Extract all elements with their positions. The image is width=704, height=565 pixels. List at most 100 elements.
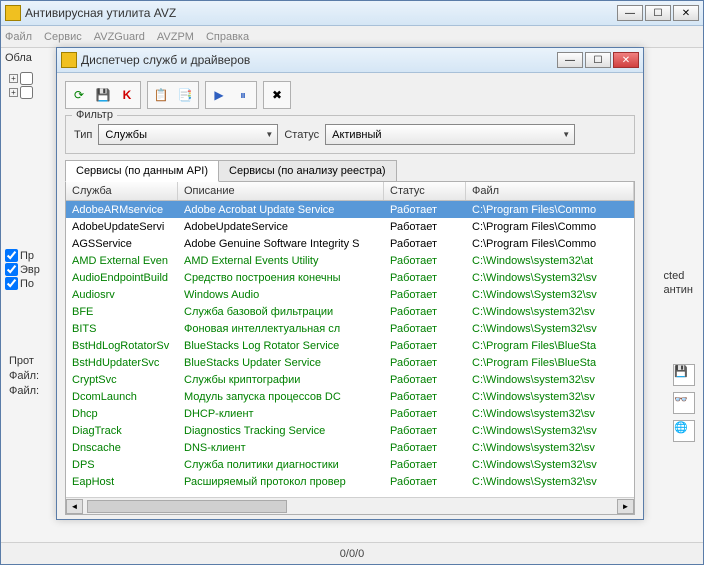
table-cell: C:\Program Files\Commo	[466, 237, 634, 251]
table-cell: Windows Audio	[178, 288, 384, 302]
table-cell: Средство построения конечны	[178, 271, 384, 285]
table-cell: BFE	[66, 305, 178, 319]
refresh-button[interactable]: ⟳	[68, 84, 90, 106]
checkbox[interactable]	[5, 277, 18, 290]
table-cell: AGSService	[66, 237, 178, 251]
tree-check[interactable]	[20, 72, 33, 85]
maximize-button[interactable]: ☐	[645, 5, 671, 21]
table-cell: Работает	[384, 475, 466, 489]
check-row[interactable]: Пр	[5, 249, 40, 262]
delete-button[interactable]: ✖	[266, 84, 288, 106]
table-cell: Работает	[384, 356, 466, 370]
minimize-button[interactable]: —	[617, 5, 643, 21]
dialog-minimize-button[interactable]: —	[557, 52, 583, 68]
horizontal-scrollbar[interactable]: ◄ ►	[66, 497, 634, 514]
tree-check[interactable]	[20, 86, 33, 99]
table-cell: C:\Windows\System32\sv	[466, 458, 634, 472]
close-button[interactable]: ✕	[673, 5, 699, 21]
table-cell: AdobeUpdateServi	[66, 220, 178, 234]
table-row[interactable]: EapHostРасширяемый протокол проверРабота…	[66, 473, 634, 490]
table-cell: C:\Windows\System32\sv	[466, 475, 634, 489]
table-cell: Работает	[384, 237, 466, 251]
table-row[interactable]: BFEСлужба базовой фильтрацииРаботаетC:\W…	[66, 303, 634, 320]
scroll-right-arrow[interactable]: ►	[617, 499, 634, 514]
table-cell: C:\Program Files\Commo	[466, 220, 634, 234]
table-cell: Работает	[384, 407, 466, 421]
tab-api[interactable]: Сервисы (по данным API)	[65, 160, 219, 182]
save-button[interactable]: 💾	[92, 84, 114, 106]
main-title: Антивирусная утилита AVZ	[25, 6, 617, 20]
menu-avzpm[interactable]: AVZPM	[157, 31, 194, 43]
start-button[interactable]: ▶	[208, 84, 230, 106]
table-cell: Работает	[384, 203, 466, 217]
table-row[interactable]: AdobeUpdateServiAdobeUpdateServiceРабота…	[66, 218, 634, 235]
table-cell: C:\Windows\System32\sv	[466, 322, 634, 336]
check-row[interactable]: По	[5, 277, 40, 290]
dialog-icon	[61, 52, 77, 68]
menu-file[interactable]: Файл	[5, 31, 32, 43]
table-cell: AdobeARMservice	[66, 203, 178, 217]
dialog-maximize-button[interactable]: ☐	[585, 52, 611, 68]
floppy-icon[interactable]: 💾	[673, 364, 695, 386]
menu-avzguard[interactable]: AVZGuard	[94, 31, 145, 43]
table-cell: Dnscache	[66, 441, 178, 455]
table-row[interactable]: AMD External EvenAMD External Events Uti…	[66, 252, 634, 269]
table-row[interactable]: AGSServiceAdobe Genuine Software Integri…	[66, 235, 634, 252]
table-row[interactable]: BstHdLogRotatorSvBlueStacks Log Rotator …	[66, 337, 634, 354]
table-cell: EapHost	[66, 475, 178, 489]
check-row[interactable]: Эвр	[5, 263, 40, 276]
type-combo[interactable]: Службы	[98, 124, 278, 145]
kaspersky-button[interactable]: K	[116, 84, 138, 106]
scroll-left-arrow[interactable]: ◄	[66, 499, 83, 514]
table-row[interactable]: CryptSvcСлужбы криптографииРаботаетC:\Wi…	[66, 371, 634, 388]
table-row[interactable]: BITSФоновая интеллектуальная слРаботаетC…	[66, 320, 634, 337]
table-row[interactable]: DhcpDHCP-клиентРаботаетC:\Windows\system…	[66, 405, 634, 422]
table-cell: Работает	[384, 390, 466, 404]
table-cell: Dhcp	[66, 407, 178, 421]
dialog-titlebar[interactable]: Диспетчер служб и драйверов — ☐ ✕	[57, 48, 643, 73]
dialog-close-button[interactable]: ✕	[613, 52, 639, 68]
tree-item[interactable]: +	[9, 72, 40, 85]
globe-icon[interactable]: 🌐	[673, 420, 695, 442]
file-label: Файл:	[9, 370, 39, 382]
tabs: Сервисы (по данным API) Сервисы (по анал…	[65, 160, 635, 182]
th-service[interactable]: Служба	[66, 182, 178, 200]
table-row[interactable]: AdobeARMserviceAdobe Acrobat Update Serv…	[66, 201, 634, 218]
table-cell: DPS	[66, 458, 178, 472]
table-cell: C:\Windows\system32\sv	[466, 441, 634, 455]
table-row[interactable]: AudiosrvWindows AudioРаботаетC:\Windows\…	[66, 286, 634, 303]
copy-button[interactable]: 📋	[150, 84, 172, 106]
stop-button[interactable]: ⏸	[232, 84, 254, 106]
bg-tab-label: Обла	[5, 52, 40, 64]
copy-all-button[interactable]: 📑	[174, 84, 196, 106]
tree-item[interactable]: +	[9, 86, 40, 99]
filter-group: Фильтр Тип Службы Статус Активный	[65, 115, 635, 154]
tab-registry[interactable]: Сервисы (по анализу реестра)	[218, 160, 397, 182]
table-cell: Работает	[384, 339, 466, 353]
th-status[interactable]: Статус	[384, 182, 466, 200]
status-combo[interactable]: Активный	[325, 124, 575, 145]
th-file[interactable]: Файл	[466, 182, 634, 200]
file-label: Файл:	[9, 385, 39, 397]
table-row[interactable]: DcomLaunchМодуль запуска процессов DCРаб…	[66, 388, 634, 405]
table-row[interactable]: DnscacheDNS-клиентРаботаетC:\Windows\sys…	[66, 439, 634, 456]
checkbox[interactable]	[5, 263, 18, 276]
scroll-thumb[interactable]	[87, 500, 287, 513]
table-cell: Работает	[384, 271, 466, 285]
bg-text: cted	[664, 270, 693, 282]
table-cell: BlueStacks Log Rotator Service	[178, 339, 384, 353]
table-row[interactable]: AudioEndpointBuildСредство построения ко…	[66, 269, 634, 286]
table-cell: AudioEndpointBuild	[66, 271, 178, 285]
table-cell: C:\Windows\System32\sv	[466, 424, 634, 438]
menu-help[interactable]: Справка	[206, 31, 249, 43]
menu-service[interactable]: Сервис	[44, 31, 82, 43]
table-row[interactable]: BstHdUpdaterSvcBlueStacks Updater Servic…	[66, 354, 634, 371]
table-cell: C:\Windows\system32\sv	[466, 407, 634, 421]
th-description[interactable]: Описание	[178, 182, 384, 200]
table-row[interactable]: DiagTrackDiagnostics Tracking ServiceРаб…	[66, 422, 634, 439]
checkbox[interactable]	[5, 249, 18, 262]
table-cell: Работает	[384, 254, 466, 268]
glasses-icon[interactable]: 👓	[673, 392, 695, 414]
main-titlebar[interactable]: Антивирусная утилита AVZ — ☐ ✕	[1, 1, 703, 26]
table-row[interactable]: DPSСлужба политики диагностикиРаботаетC:…	[66, 456, 634, 473]
